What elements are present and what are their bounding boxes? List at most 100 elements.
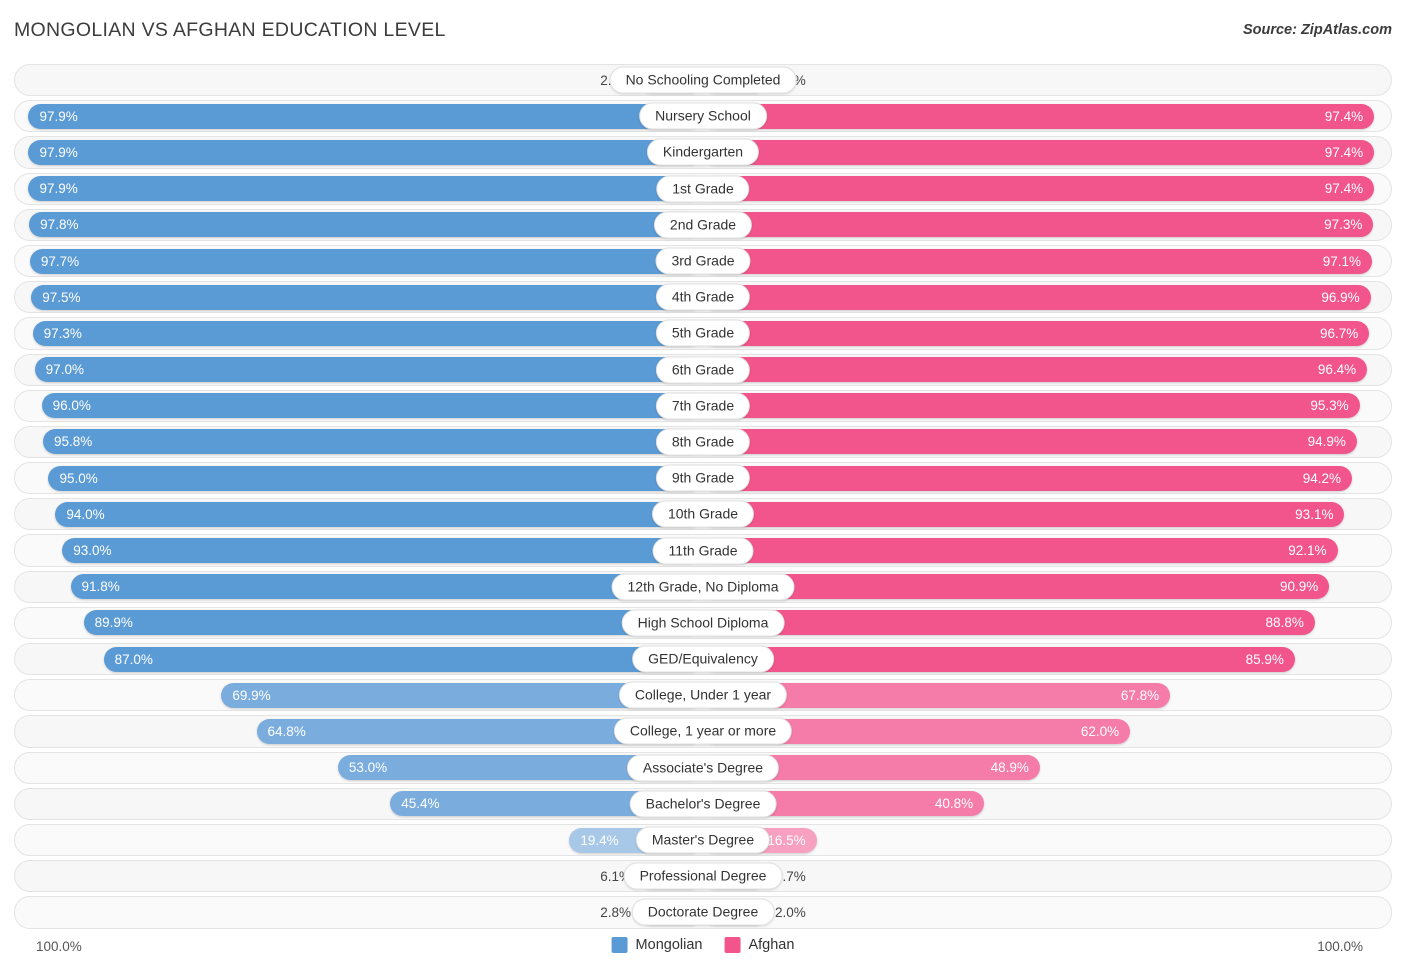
chart-page: MONGOLIAN VS AFGHAN EDUCATION LEVEL Sour…: [0, 0, 1406, 975]
chart-row: 91.8% 90.9% 12th Grade, No Diploma: [14, 569, 1392, 605]
legend-item-mongolian[interactable]: Mongolian: [611, 937, 703, 953]
chart-row: 45.4% 40.8% Bachelor's Degree: [14, 786, 1392, 822]
category-label[interactable]: 5th Grade: [655, 319, 751, 347]
row-left-half: 93.0%: [14, 532, 703, 568]
right-value-label: 88.8%: [1265, 615, 1304, 631]
bar-afghan[interactable]: 97.1%: [703, 248, 1373, 274]
bar-mongolian[interactable]: 97.0%: [34, 357, 703, 383]
row-right-half: 4.7%: [703, 858, 1392, 894]
category-label[interactable]: 7th Grade: [655, 392, 751, 420]
bar-mongolian[interactable]: 93.0%: [62, 538, 703, 564]
left-value-label: 87.0%: [114, 651, 153, 667]
bar-afghan[interactable]: 88.8%: [703, 610, 1315, 636]
category-label[interactable]: No Schooling Completed: [609, 66, 797, 94]
left-value-label: 64.8%: [267, 723, 306, 739]
bar-afghan[interactable]: 92.1%: [703, 538, 1338, 564]
bar-mongolian[interactable]: 97.9%: [28, 176, 703, 202]
left-value-label: 95.0%: [59, 470, 98, 486]
row-left-half: 97.7%: [14, 243, 703, 279]
bar-afghan[interactable]: 97.4%: [703, 139, 1375, 165]
bar-mongolian[interactable]: 97.7%: [29, 248, 703, 274]
right-value-label: 97.3%: [1324, 217, 1363, 233]
bar-mongolian[interactable]: 97.9%: [28, 139, 703, 165]
bar-mongolian[interactable]: 97.9%: [28, 103, 703, 129]
bar-mongolian[interactable]: 96.0%: [41, 393, 703, 419]
row-right-half: 90.9%: [703, 569, 1392, 605]
category-label[interactable]: 8th Grade: [655, 428, 751, 456]
row-right-half: 67.8%: [703, 677, 1392, 713]
category-label[interactable]: Associate's Degree: [626, 754, 780, 782]
category-label[interactable]: 3rd Grade: [655, 247, 751, 275]
row-left-half: 97.9%: [14, 171, 703, 207]
row-right-half: 97.3%: [703, 207, 1392, 243]
chart-row: 96.0% 95.3% 7th Grade: [14, 388, 1392, 424]
bar-mongolian[interactable]: 97.5%: [31, 284, 703, 310]
right-value-label: 97.4%: [1324, 108, 1364, 124]
bar-mongolian[interactable]: 95.8%: [42, 429, 703, 455]
bar-mongolian[interactable]: 87.0%: [103, 646, 703, 672]
category-label[interactable]: 4th Grade: [655, 283, 751, 311]
bar-afghan[interactable]: 95.3%: [703, 393, 1360, 419]
category-label[interactable]: 12th Grade, No Diploma: [611, 573, 795, 601]
category-label[interactable]: Nursery School: [639, 102, 767, 130]
category-label[interactable]: Bachelor's Degree: [629, 790, 777, 818]
bar-afghan[interactable]: 96.7%: [703, 320, 1370, 346]
left-value-label: 94.0%: [66, 506, 105, 522]
category-label[interactable]: 1st Grade: [656, 175, 750, 203]
category-label[interactable]: College, 1 year or more: [613, 717, 793, 745]
right-value-label: 16.5%: [767, 832, 806, 848]
category-label[interactable]: Master's Degree: [635, 826, 771, 854]
row-right-half: 92.1%: [703, 532, 1392, 568]
bar-afghan[interactable]: 94.2%: [703, 465, 1353, 491]
row-left-half: 97.9%: [14, 134, 703, 170]
legend-label-mongolian: Mongolian: [635, 937, 703, 953]
row-right-half: 88.8%: [703, 605, 1392, 641]
category-label[interactable]: Kindergarten: [646, 138, 760, 166]
category-label[interactable]: 2nd Grade: [653, 211, 753, 239]
bar-afghan[interactable]: 97.3%: [703, 212, 1374, 238]
right-value-label: 96.9%: [1321, 289, 1360, 305]
bar-afghan[interactable]: 96.9%: [703, 284, 1371, 310]
bar-afghan[interactable]: 97.4%: [703, 176, 1375, 202]
row-left-half: 19.4%: [14, 822, 703, 858]
chart-row: 89.9% 88.8% High School Diploma: [14, 605, 1392, 641]
bar-afghan[interactable]: 94.9%: [703, 429, 1357, 455]
row-right-half: 96.9%: [703, 279, 1392, 315]
category-label[interactable]: Professional Degree: [623, 862, 783, 890]
bar-afghan[interactable]: 93.1%: [703, 501, 1345, 527]
category-label[interactable]: 10th Grade: [651, 500, 755, 528]
bar-mongolian[interactable]: 95.0%: [48, 465, 703, 491]
bar-afghan[interactable]: 97.4%: [703, 103, 1375, 129]
category-label[interactable]: 9th Grade: [655, 464, 751, 492]
chart-row: 97.9% 97.4% Nursery School: [14, 98, 1392, 134]
left-value-label: 69.9%: [232, 687, 271, 703]
category-label[interactable]: High School Diploma: [621, 609, 785, 637]
row-left-half: 97.5%: [14, 279, 703, 315]
category-label[interactable]: GED/Equivalency: [632, 645, 774, 673]
legend-item-afghan[interactable]: Afghan: [724, 937, 794, 953]
right-value-label: 94.9%: [1307, 434, 1346, 450]
left-value-label: 97.9%: [39, 181, 78, 197]
row-right-half: 97.4%: [703, 171, 1392, 207]
bar-mongolian[interactable]: 91.8%: [70, 574, 703, 600]
row-left-half: 91.8%: [14, 569, 703, 605]
category-label[interactable]: College, Under 1 year: [618, 681, 788, 709]
row-right-half: 40.8%: [703, 786, 1392, 822]
row-right-half: 96.4%: [703, 352, 1392, 388]
category-label[interactable]: Doctorate Degree: [631, 898, 775, 926]
category-label[interactable]: 6th Grade: [655, 356, 751, 384]
bar-afghan[interactable]: 85.9%: [703, 646, 1295, 672]
row-right-half: 62.0%: [703, 713, 1392, 749]
bar-mongolian[interactable]: 94.0%: [55, 501, 703, 527]
category-label[interactable]: 11th Grade: [652, 537, 754, 565]
bar-mongolian[interactable]: 97.3%: [32, 320, 703, 346]
chart-row: 97.8% 97.3% 2nd Grade: [14, 207, 1392, 243]
chart-row: 97.0% 96.4% 6th Grade: [14, 352, 1392, 388]
right-value-label: 92.1%: [1288, 543, 1327, 559]
bar-mongolian[interactable]: 89.9%: [83, 610, 703, 636]
bar-afghan[interactable]: 96.4%: [703, 357, 1368, 383]
chart-row: 87.0% 85.9% GED/Equivalency: [14, 641, 1392, 677]
bar-afghan[interactable]: 90.9%: [703, 574, 1330, 600]
chart-header: MONGOLIAN VS AFGHAN EDUCATION LEVEL Sour…: [0, 0, 1406, 52]
bar-mongolian[interactable]: 97.8%: [29, 212, 703, 238]
